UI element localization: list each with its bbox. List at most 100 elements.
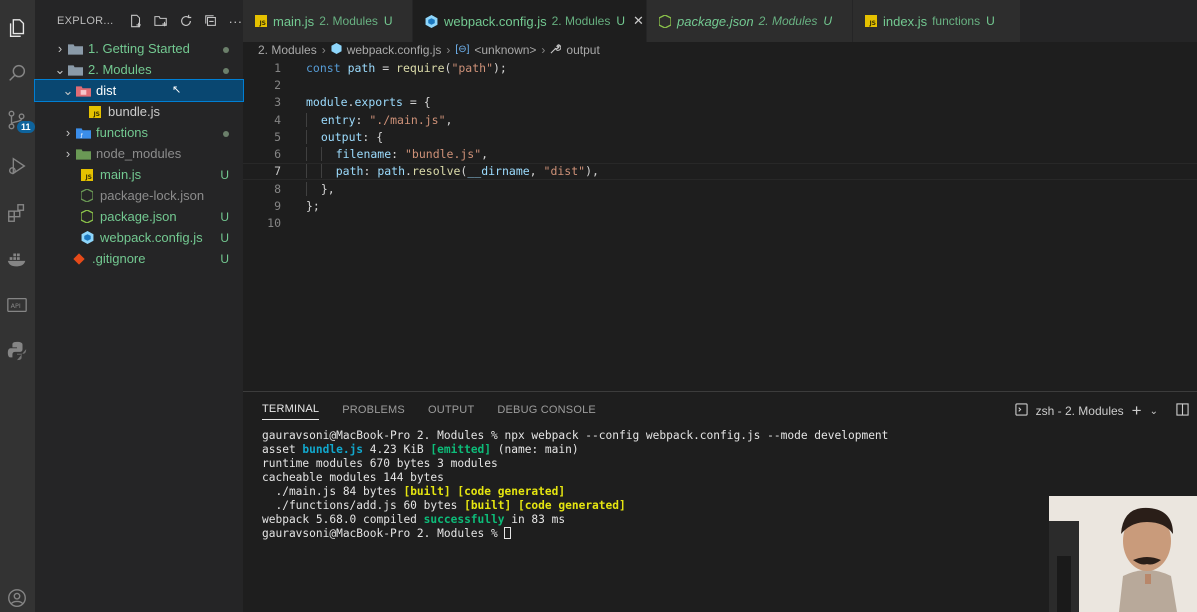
- split-terminal-icon[interactable]: [1176, 403, 1189, 419]
- terminal-line: gauravsoni@MacBook-Pro 2. Modules % npx …: [262, 429, 889, 442]
- more-actions-icon[interactable]: ···: [228, 13, 244, 29]
- new-file-icon[interactable]: [128, 13, 144, 29]
- extensions-icon[interactable]: [3, 199, 31, 227]
- tree-item-label: main.js: [100, 167, 142, 182]
- tab-problems[interactable]: PROBLEMS: [342, 392, 405, 427]
- terminal-line: webpack 5.68.0 compiled successfully in …: [262, 513, 566, 526]
- explorer-sidebar: EXPLOR... ··· › 1. Getting Started ⌄ 2. …: [34, 0, 244, 612]
- code-line: 8 },: [243, 180, 1197, 197]
- tree-item-getting-started[interactable]: › 1. Getting Started: [35, 38, 243, 59]
- tab-label: package.json: [677, 13, 754, 29]
- tab-status: U: [616, 14, 625, 28]
- tab-package-json[interactable]: package.json 2. Modules U: [647, 0, 853, 42]
- tree-item-label: functions: [96, 125, 149, 140]
- js-file-icon: JS: [87, 104, 103, 120]
- tree-item-modules[interactable]: ⌄ 2. Modules: [35, 59, 243, 80]
- tab-label: webpack.config.js: [444, 13, 547, 29]
- line-number: 1: [274, 60, 281, 75]
- terminal-name[interactable]: zsh - 2. Modules: [1036, 404, 1124, 418]
- terminal-output[interactable]: gauravsoni@MacBook-Pro 2. Modules % npx …: [262, 429, 888, 541]
- editor-tabs: JS main.js 2. Modules U webpack.config.j…: [243, 0, 1197, 42]
- code-editor[interactable]: 1 const path = require("path"); 2 3 modu…: [243, 59, 1197, 389]
- docker-icon[interactable]: [3, 245, 31, 273]
- modified-dot: [223, 63, 229, 77]
- tab-status: U: [383, 14, 393, 28]
- terminal-prompt: gauravsoni@MacBook-Pro 2. Modules %: [262, 527, 888, 541]
- tree-item-webpack-config-js[interactable]: webpack.config.js U: [35, 227, 243, 248]
- tree-item-bundle-js[interactable]: JS bundle.js: [35, 101, 243, 122]
- tab-description: 2. Modules: [758, 14, 818, 28]
- tab-main-js[interactable]: JS main.js 2. Modules U: [243, 0, 413, 42]
- add-terminal-icon[interactable]: +: [1132, 401, 1142, 421]
- refresh-icon[interactable]: [178, 13, 194, 29]
- webpack-file-icon: [331, 42, 342, 57]
- explorer-title: EXPLOR...: [57, 15, 114, 27]
- tab-description: 2. Modules: [551, 14, 611, 28]
- code-line: 4 entry: "./main.js",: [243, 111, 1197, 128]
- files-icon[interactable]: [3, 14, 31, 42]
- breadcrumb-item[interactable]: webpack.config.js: [347, 43, 442, 57]
- code-line: 9 };: [243, 197, 1197, 214]
- tab-description: 2. Modules: [319, 14, 378, 28]
- api-icon[interactable]: API: [3, 291, 31, 319]
- tree-item-label: package-lock.json: [100, 188, 205, 203]
- collapse-all-icon[interactable]: [203, 13, 219, 29]
- run-debug-icon[interactable]: [3, 152, 31, 180]
- line-number: 10: [267, 216, 281, 231]
- code-line: 2: [243, 76, 1197, 93]
- new-folder-icon[interactable]: [153, 13, 169, 29]
- modified-dot: [223, 126, 229, 140]
- npm-file-icon: [79, 209, 95, 225]
- scm-badge: 11: [17, 121, 35, 133]
- tree-item-label: package.json: [100, 209, 177, 224]
- line-number: 7: [274, 164, 281, 179]
- line-number: 6: [274, 147, 281, 162]
- breadcrumb-item[interactable]: output: [566, 43, 599, 57]
- tab-output[interactable]: OUTPUT: [428, 392, 474, 427]
- chevron-right-icon: ›: [65, 146, 71, 161]
- breadcrumb-item[interactable]: <unknown>: [474, 43, 536, 57]
- tree-item-package-lock-json[interactable]: package-lock.json: [35, 185, 243, 206]
- chevron-down-icon[interactable]: ⌄: [1150, 406, 1158, 417]
- line-number: 3: [274, 95, 281, 110]
- breadcrumb-item[interactable]: 2. Modules: [258, 43, 317, 57]
- terminal-controls: zsh - 2. Modules + ⌄: [1014, 401, 1189, 421]
- search-icon[interactable]: [3, 59, 31, 87]
- tab-label: index.js: [883, 13, 928, 29]
- tree-item-dist[interactable]: ⌄ dist ↖: [34, 79, 244, 102]
- terminal-cursor: [504, 527, 512, 539]
- python-icon[interactable]: [3, 337, 31, 365]
- tree-item-main-js[interactable]: JS main.js U: [35, 164, 243, 185]
- terminal-line: ./functions/add.js 60 bytes [built] [cod…: [262, 499, 626, 512]
- chevron-right-icon: ›: [57, 41, 63, 56]
- tab-debug-console[interactable]: DEBUG CONSOLE: [497, 392, 596, 427]
- code-line: 5 output: {: [243, 128, 1197, 145]
- tab-description: functions: [932, 14, 981, 28]
- file-tree: › 1. Getting Started ⌄ 2. Modules ⌄ dist…: [34, 38, 244, 269]
- line-number: 9: [274, 199, 281, 214]
- tree-item-functions[interactable]: › ƒ functions: [35, 122, 243, 143]
- symbol-variable-icon: [⊖]: [455, 44, 470, 55]
- account-icon[interactable]: [3, 584, 31, 612]
- source-control-icon[interactable]: 11: [3, 106, 35, 134]
- chevron-right-icon: ›: [446, 42, 451, 57]
- explorer-header: EXPLOR... ···: [35, 0, 243, 42]
- tab-terminal[interactable]: TERMINAL: [262, 400, 320, 420]
- tab-webpack-config-js[interactable]: webpack.config.js 2. Modules U ✕: [413, 0, 647, 42]
- breadcrumb: 2. Modules › webpack.config.js › [⊖] <un…: [243, 42, 1197, 57]
- tree-item-node-modules[interactable]: › node_modules: [35, 143, 243, 164]
- activity-bar: 11 API: [0, 0, 35, 612]
- tab-index-js[interactable]: JS index.js functions U: [853, 0, 1021, 42]
- code-line-current: 7 path: path.resolve(__dirname, "dist"),: [243, 162, 1197, 181]
- chevron-down-icon: ⌄: [54, 61, 66, 77]
- chevron-down-icon: ⌄: [62, 82, 74, 98]
- mouse-cursor-icon: ↖: [172, 84, 182, 96]
- tree-item-gitignore[interactable]: .gitignore U: [35, 248, 243, 269]
- webpack-file-icon: [79, 230, 95, 246]
- close-tab-button[interactable]: ✕: [633, 13, 644, 29]
- webpack-file-icon: [425, 14, 438, 28]
- terminal-line: cacheable modules 144 bytes: [262, 471, 444, 484]
- tree-item-package-json[interactable]: package.json U: [35, 206, 243, 227]
- folder-open-icon: [67, 62, 83, 78]
- wrench-icon: [550, 43, 562, 57]
